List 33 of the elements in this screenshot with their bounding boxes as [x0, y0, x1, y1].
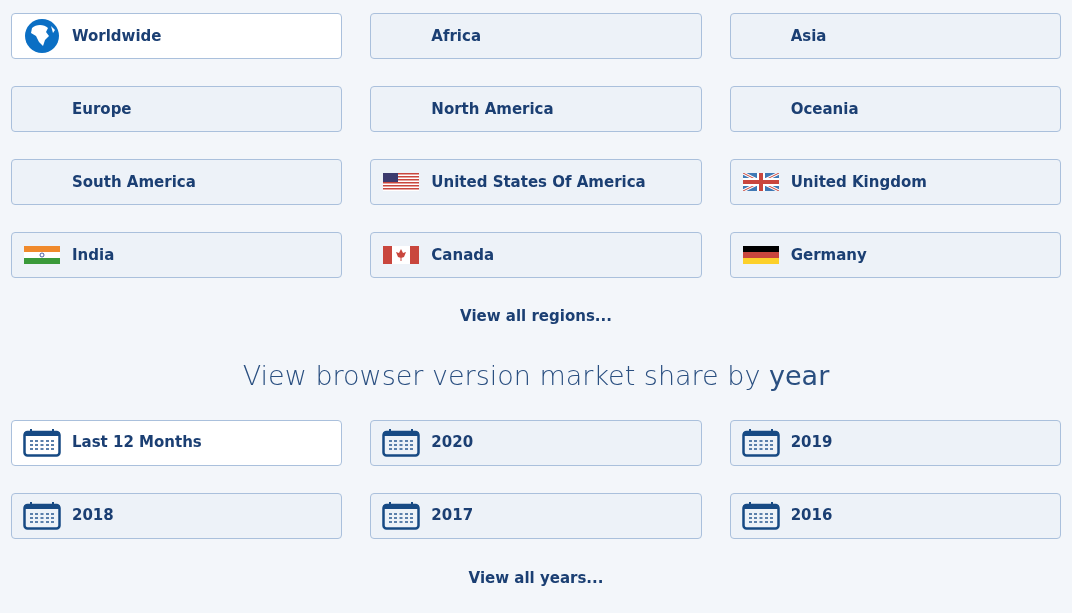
calendar-icon [382, 428, 421, 457]
calendar-icon [382, 501, 421, 530]
option-card[interactable]: North America [370, 86, 702, 132]
section-heading: View browser version market share by year [242, 358, 830, 393]
option-card[interactable]: 2018 [11, 492, 343, 539]
option-card[interactable]: 2020 [370, 419, 702, 466]
germany-flag-icon [742, 246, 779, 264]
globe-icon [24, 18, 60, 54]
option-card[interactable]: 2017 [370, 492, 702, 539]
option-card[interactable]: United States Of America [370, 159, 702, 205]
option-card[interactable]: United Kingdom [729, 159, 1061, 205]
option-card[interactable]: 2016 [729, 492, 1061, 539]
canada-flag-icon [383, 246, 420, 264]
option-card[interactable]: Germany [729, 232, 1061, 278]
option-card[interactable]: Asia [729, 13, 1061, 59]
view-all-regions-link[interactable]: View all regions... [460, 305, 612, 328]
option-card[interactable]: Worldwide [11, 13, 343, 59]
us-flag-icon [383, 173, 420, 191]
india-flag-icon [24, 246, 60, 264]
calendar-icon [23, 428, 61, 457]
option-card[interactable]: Oceania [729, 86, 1061, 132]
option-card[interactable]: Europe [11, 86, 343, 132]
option-card[interactable]: India [11, 232, 343, 278]
calendar-icon [741, 501, 780, 530]
option-card[interactable]: Canada [370, 232, 702, 278]
option-card[interactable]: Africa [370, 13, 702, 59]
option-card[interactable]: Last 12 Months [11, 419, 343, 466]
view-all-years-link[interactable]: View all years... [468, 566, 604, 589]
option-card[interactable]: South America [11, 159, 343, 205]
uk-flag-icon [742, 173, 779, 191]
calendar-icon [23, 501, 61, 530]
option-card[interactable]: 2019 [729, 419, 1061, 466]
calendar-icon [741, 428, 780, 457]
